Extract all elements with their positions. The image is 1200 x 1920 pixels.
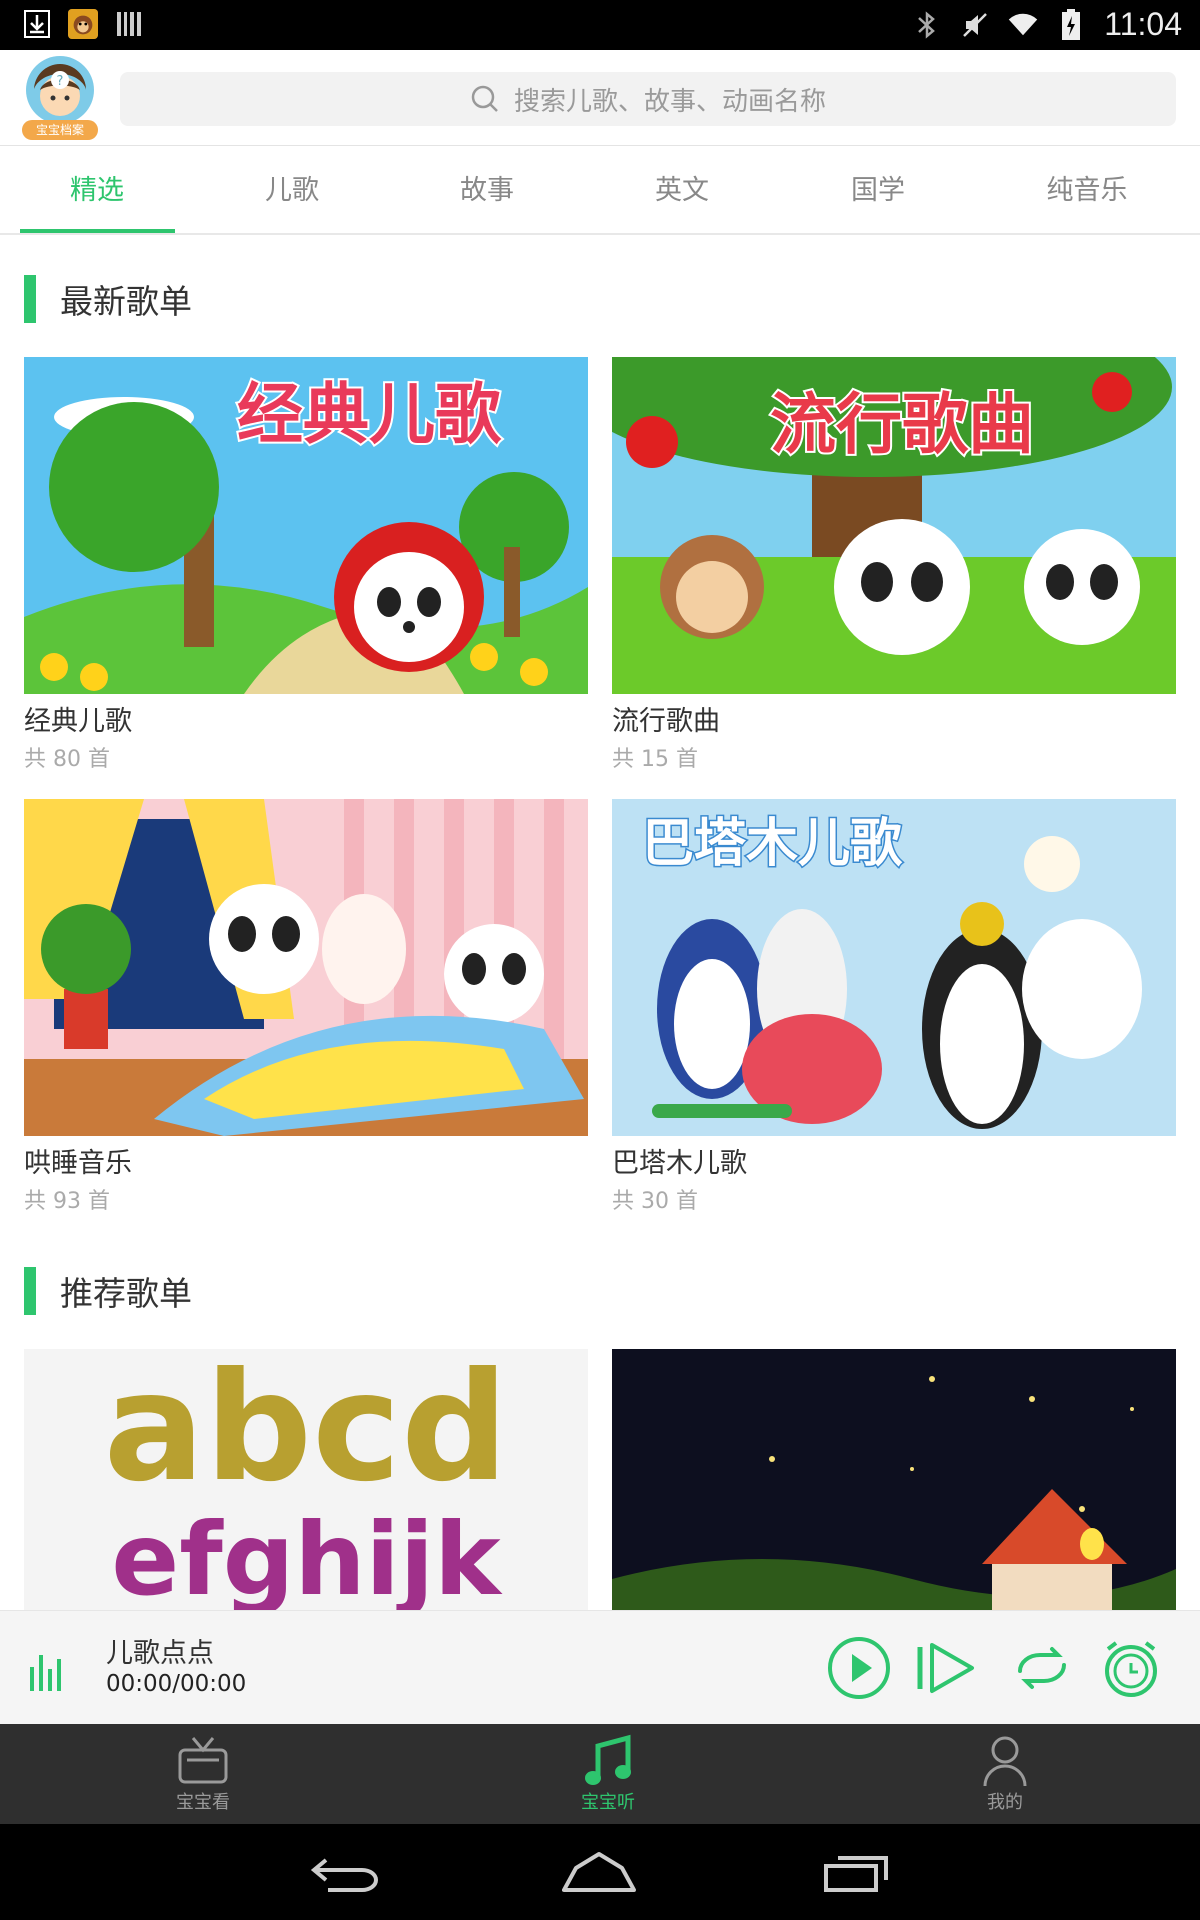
playlist-count: 共 15 首 (612, 747, 698, 772)
nav-label: 宝宝听 (581, 1792, 635, 1813)
tab-pure-music[interactable]: 纯音乐 (1007, 147, 1167, 235)
tab-nursery-rhymes[interactable]: 儿歌 (212, 147, 372, 235)
cover-letters-line1: abcd (104, 1349, 509, 1515)
repeat-icon (1018, 1647, 1066, 1689)
cover-letters-line2: efghijk (111, 1501, 503, 1610)
playlist-card-night[interactable] (612, 1349, 1176, 1610)
download-notification-icon (22, 9, 52, 39)
top-header: ? 宝宝档案 搜索儿歌、故事、动画名称 (0, 50, 1200, 146)
sleep-timer-button[interactable] (1098, 1635, 1164, 1701)
playlist-title: 巴塔木儿歌 (612, 1148, 747, 1179)
nav-label: 宝宝看 (176, 1792, 230, 1813)
person-icon (983, 1736, 1027, 1787)
playlist-card-abc[interactable]: abcd efghijk (24, 1349, 588, 1610)
tab-stories[interactable]: 故事 (407, 147, 567, 235)
playlist-card-lullaby[interactable]: 哄睡音乐 共 93 首 (24, 799, 588, 1220)
wifi-icon (1008, 10, 1038, 40)
barcode-notification-icon (114, 9, 144, 39)
mini-player[interactable]: 儿歌点点 00:00/00:00 (0, 1610, 1200, 1724)
avatar-badge: 宝宝档案 (22, 120, 98, 140)
baby-profile-avatar[interactable]: ? 宝宝档案 (22, 56, 98, 140)
playlist-card-classic[interactable]: 经典儿歌 经典儿歌 共 80 首 (24, 357, 588, 778)
tab-featured[interactable]: 精选 (17, 147, 177, 235)
active-tab-indicator (20, 229, 175, 233)
playlist-count: 共 93 首 (24, 1189, 110, 1214)
search-bar[interactable]: 搜索儿歌、故事、动画名称 (120, 72, 1176, 126)
mute-icon (960, 10, 990, 40)
playlist-card-batamu[interactable]: 巴塔木儿歌 巴塔木儿歌 共 30 首 (612, 799, 1176, 1220)
cover-banner-text: 经典儿歌 (237, 376, 502, 453)
battery-charging-icon (1056, 8, 1086, 40)
nav-label: 我的 (987, 1792, 1023, 1813)
section-title: 最新歌单 (60, 282, 192, 321)
alarm-clock-icon (1105, 1641, 1157, 1697)
playlist-title: 哄睡音乐 (24, 1148, 132, 1179)
tv-icon (178, 1737, 228, 1784)
category-tabs: 精选 儿歌 故事 英文 国学 纯音乐 (0, 147, 1200, 235)
play-icon (828, 1637, 890, 1699)
playlist-count: 共 30 首 (612, 1189, 698, 1214)
system-navigation-bar (0, 1824, 1200, 1920)
section-title: 推荐歌单 (60, 1274, 192, 1313)
music-note-icon (585, 1734, 631, 1785)
playlist-cover: 巴塔木儿歌 (612, 799, 1176, 1136)
playlist-cover: 经典儿歌 (24, 357, 588, 694)
back-icon[interactable] (308, 1850, 382, 1894)
home-icon[interactable] (562, 1850, 636, 1894)
playlist-cover (612, 1349, 1176, 1610)
next-button[interactable] (914, 1635, 980, 1701)
section-header-recommended: 推荐歌单 (24, 1266, 192, 1316)
play-button[interactable] (826, 1635, 892, 1701)
repeat-mode-button[interactable] (1006, 1635, 1078, 1701)
playlist-cover: 流行歌曲 (612, 357, 1176, 694)
tab-english[interactable]: 英文 (602, 147, 762, 235)
playlist-cover: abcd efghijk (24, 1349, 588, 1610)
skip-next-icon (917, 1643, 974, 1693)
playlist-cover (24, 799, 588, 1136)
bluetooth-icon (912, 10, 942, 40)
playlist-count: 共 80 首 (24, 747, 110, 772)
status-time: 11:04 (1104, 6, 1182, 42)
cover-banner-text: 巴塔木儿歌 (642, 814, 903, 874)
nav-profile[interactable]: 我的 (905, 1724, 1105, 1824)
nav-watch[interactable]: 宝宝看 (103, 1724, 303, 1824)
status-bar: 11:04 (0, 0, 1200, 50)
monkey-app-notification-icon (68, 9, 98, 39)
search-icon (471, 85, 498, 112)
now-playing-title: 儿歌点点 (106, 1638, 214, 1669)
playback-time: 00:00/00:00 (106, 1671, 247, 1697)
playlist-title: 流行歌曲 (612, 706, 720, 737)
search-placeholder: 搜索儿歌、故事、动画名称 (513, 86, 826, 117)
section-accent-bar (24, 275, 36, 323)
equalizer-icon (30, 1655, 61, 1691)
cover-banner-text: 流行歌曲 (770, 386, 1034, 463)
playlist-title: 经典儿歌 (24, 706, 132, 737)
playlist-card-popular[interactable]: 流行歌曲 流行歌曲 共 15 首 (612, 357, 1176, 778)
nav-listen[interactable]: 宝宝听 (508, 1724, 708, 1824)
tab-chinese-classics[interactable]: 国学 (798, 147, 958, 235)
recent-apps-icon[interactable] (822, 1850, 892, 1894)
section-accent-bar (24, 1267, 36, 1315)
content-feed[interactable]: 最新歌单 经典儿歌 经典儿歌 共 80 首 流行歌曲 流行歌曲 共 15 首 哄… (0, 236, 1200, 1610)
bottom-navigation: 宝宝看 宝宝听 我的 (0, 1724, 1200, 1824)
section-header-latest: 最新歌单 (24, 274, 192, 324)
svg-text:?: ? (57, 74, 64, 89)
